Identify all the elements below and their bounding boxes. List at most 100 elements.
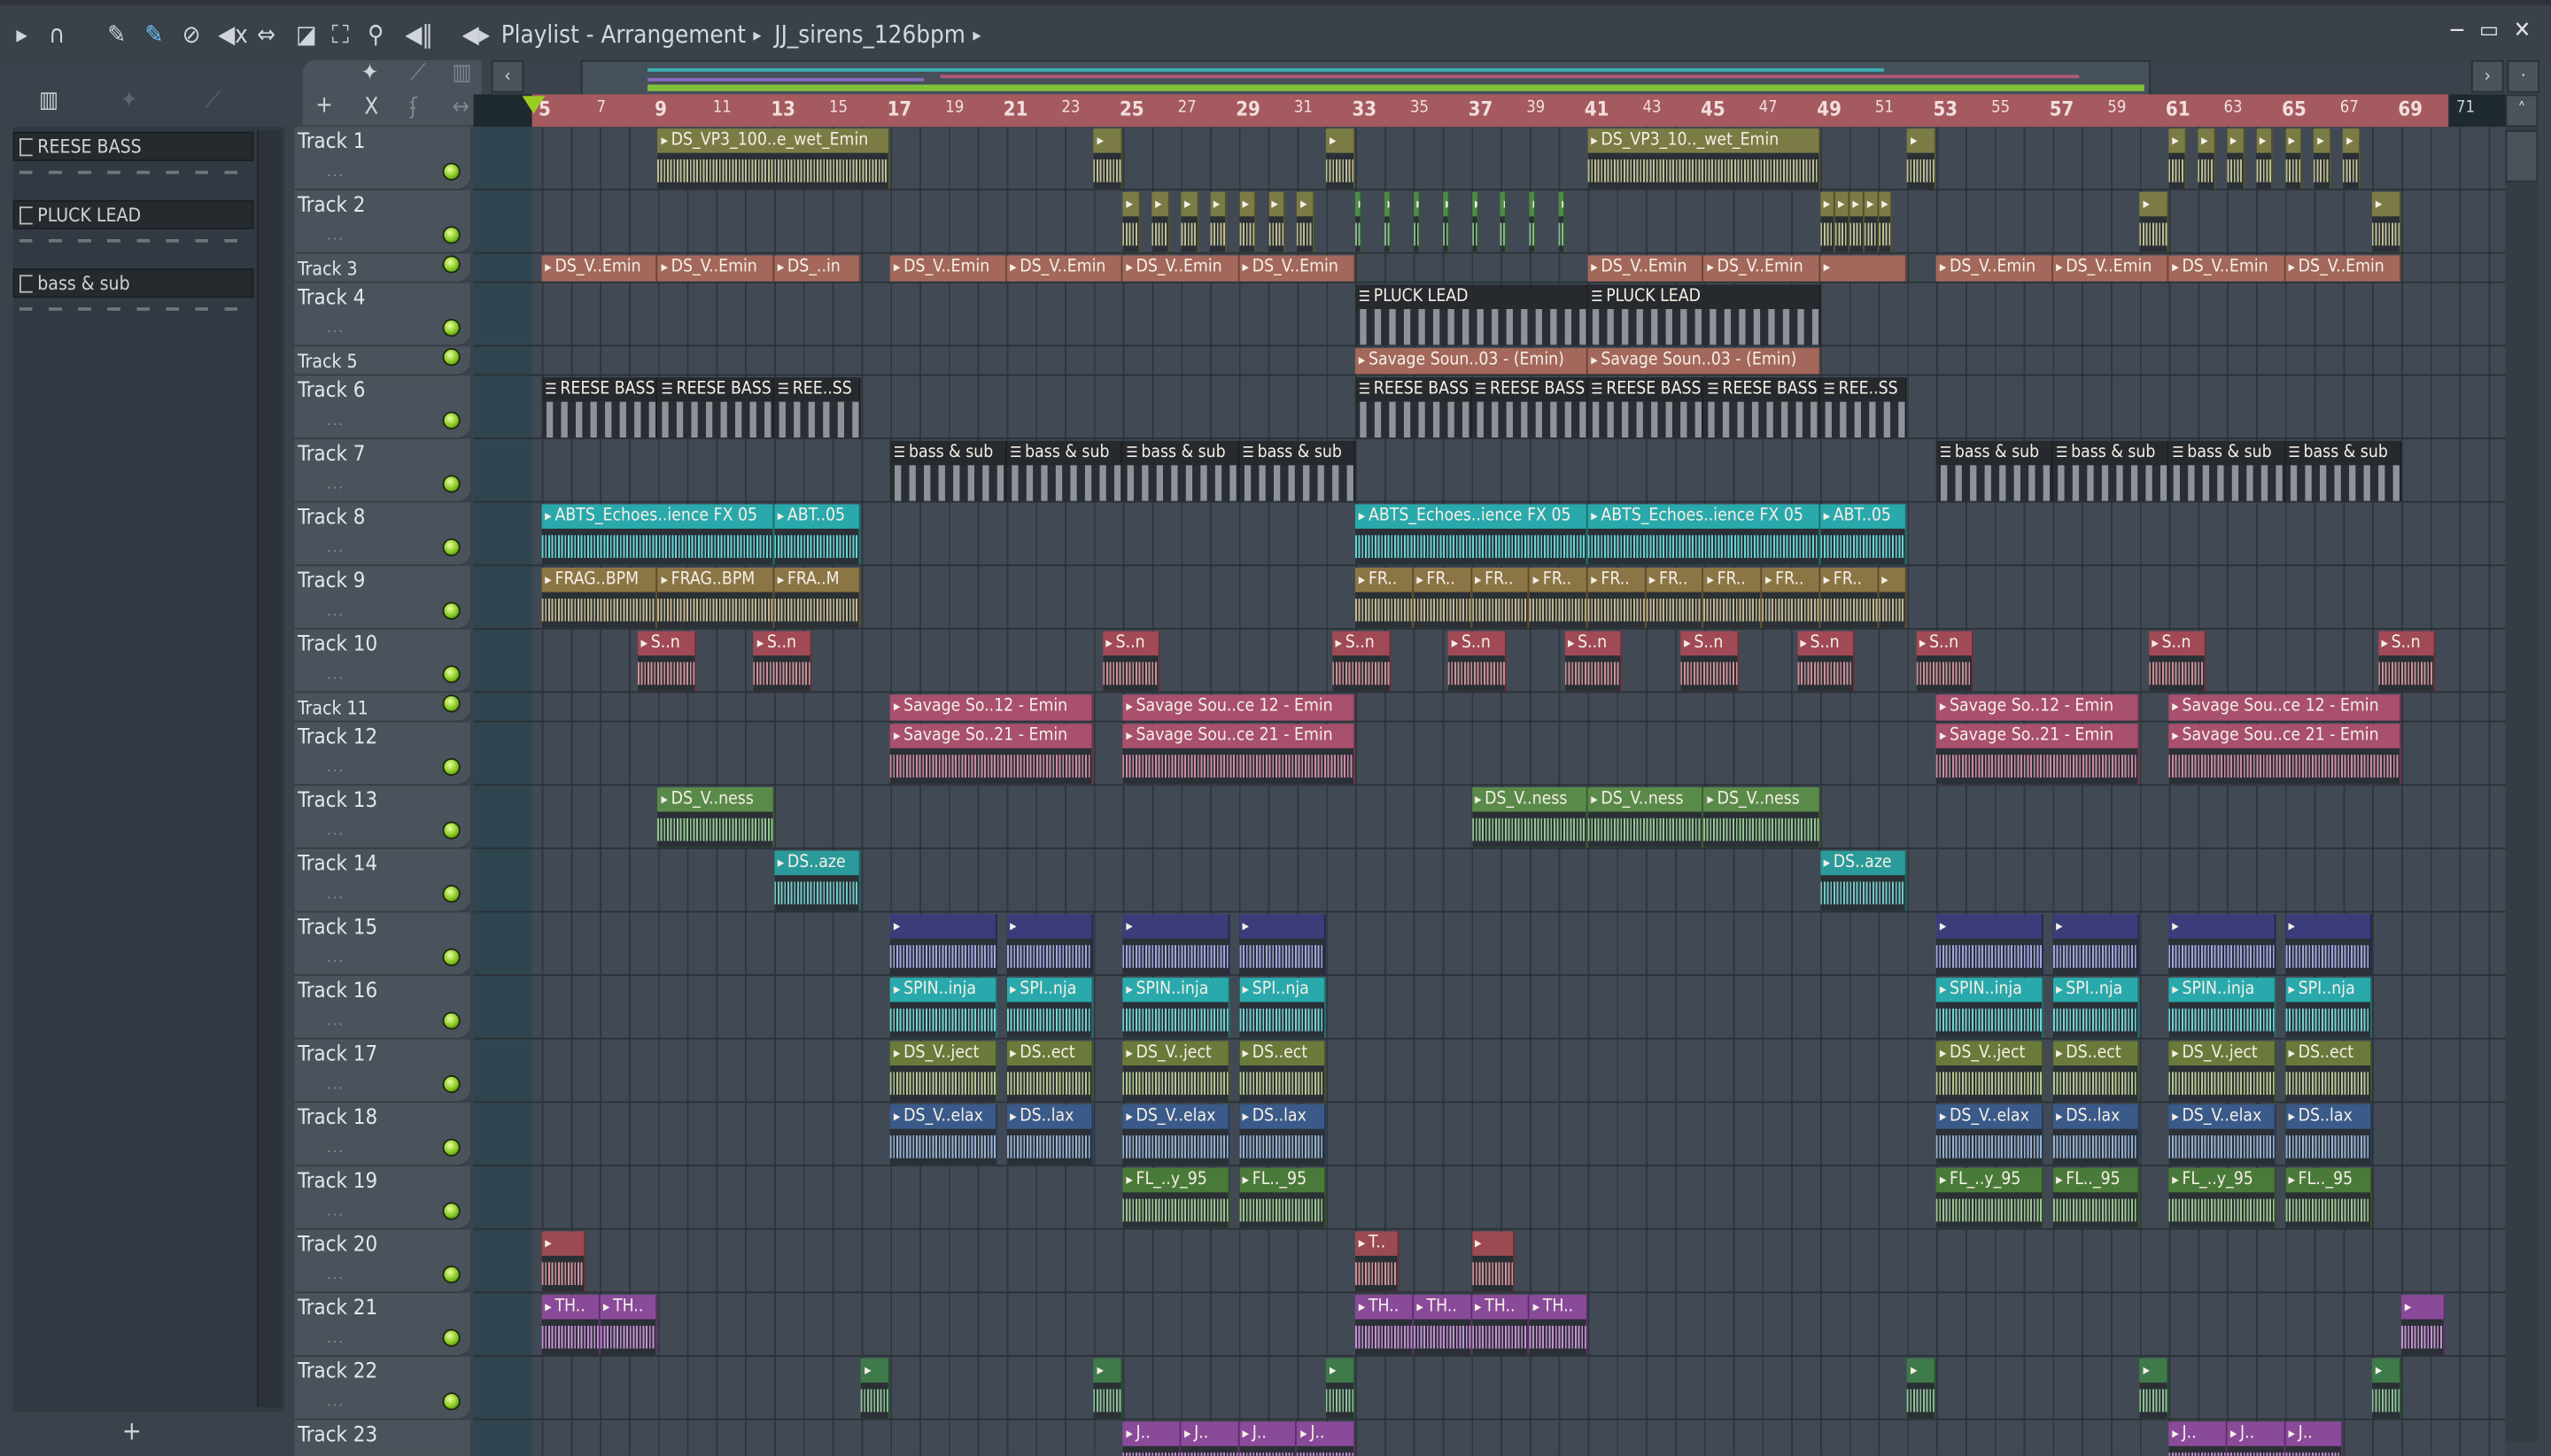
- audio-clip[interactable]: ▸: [1238, 914, 1327, 975]
- audio-clip[interactable]: ▸ SPI..nja: [2284, 977, 2373, 1038]
- track-name[interactable]: Track 12: [298, 725, 377, 750]
- options-button[interactable]: ·: [2507, 59, 2540, 93]
- audio-clip[interactable]: ▸ TH..: [1471, 1295, 1530, 1355]
- audio-clip[interactable]: ▸ DS_V..Emin: [1238, 255, 1356, 282]
- audio-clip[interactable]: ▸ FR..: [1762, 568, 1820, 628]
- audio-clip[interactable]: ▸: [2198, 128, 2216, 190]
- audio-clip[interactable]: ▸: [1122, 191, 1141, 252]
- audio-clip[interactable]: ▸ J..: [1181, 1421, 1239, 1456]
- audio-clip[interactable]: ▸: [541, 1231, 585, 1292]
- track-options-dots[interactable]: ···: [327, 1081, 345, 1097]
- audio-clip[interactable]: ▸: [1819, 191, 1835, 252]
- track-name[interactable]: Track 18: [298, 1106, 377, 1131]
- audio-clip[interactable]: ▸ DS_V..Emin: [2052, 255, 2169, 282]
- track-header[interactable]: Track 1 ···: [294, 127, 470, 190]
- audio-clip[interactable]: ▸ Savage Soun..03 - (Emin): [1587, 348, 1820, 375]
- audio-clip[interactable]: ▸ FR..: [1703, 568, 1763, 628]
- audio-clip[interactable]: ▸: [1878, 568, 1908, 628]
- audio-clip[interactable]: ▸ ABTS_Echoes..ience FX 05: [1587, 504, 1820, 565]
- track-name[interactable]: Track 1: [298, 130, 365, 155]
- track-header[interactable]: Track 21 ···: [294, 1293, 470, 1357]
- audio-clip[interactable]: ▸ DS_V..Emin: [2284, 255, 2402, 282]
- audio-clip[interactable]: ▸ FR..: [1413, 568, 1472, 628]
- audio-clip[interactable]: ▸ TH..: [600, 1295, 658, 1355]
- pattern-item[interactable]: PLUCK LEAD: [12, 199, 254, 269]
- audio-clip[interactable]: ▸ J..: [2284, 1421, 2344, 1456]
- audio-clip[interactable]: ▸ FR..: [1646, 568, 1704, 628]
- audio-clip[interactable]: ▸ DS_V..ject: [1936, 1041, 2044, 1102]
- audio-clip[interactable]: ▸ DS_V..ness: [1703, 786, 1820, 848]
- track-mute-led[interactable]: [442, 1011, 461, 1030]
- audio-clip[interactable]: ▸ DS_VP3_100..e_wet_Emin: [657, 128, 891, 190]
- track-header[interactable]: Track 13 ···: [294, 786, 470, 849]
- curve-icon[interactable]: ʄ: [410, 95, 417, 120]
- audio-clip[interactable]: ▸ J..: [2227, 1421, 2285, 1456]
- audio-clip[interactable]: ▸ Savage Sou..ce 21 - Emin: [2168, 724, 2402, 785]
- track-name[interactable]: Track 15: [298, 916, 377, 941]
- track-name[interactable]: Track 9: [298, 569, 365, 594]
- pattern-clip-icon[interactable]: ▥: [453, 60, 472, 86]
- pattern-clip[interactable]: ☰ bass & sub: [1936, 440, 2053, 501]
- track-options-dots[interactable]: ···: [327, 764, 345, 780]
- vertical-scrollbar[interactable]: ˄: [2505, 94, 2539, 1442]
- audio-clip[interactable]: ▸ TH..: [541, 1295, 601, 1355]
- track-options-dots[interactable]: ···: [327, 482, 345, 498]
- audio-clip[interactable]: ▸: [1297, 191, 1315, 252]
- x-button[interactable]: X: [364, 95, 378, 120]
- audio-clip[interactable]: ▸: [1500, 191, 1508, 252]
- audio-clip[interactable]: ▸: [2256, 128, 2274, 190]
- audio-clip[interactable]: ▸ T..: [1355, 1231, 1400, 1292]
- select-icon[interactable]: ⛶: [332, 18, 349, 50]
- audio-clip[interactable]: ▸ FL.._95: [1238, 1167, 1327, 1228]
- track-options-dots[interactable]: ···: [327, 892, 345, 908]
- audio-clip[interactable]: ▸ FL_..y_95: [2168, 1167, 2276, 1228]
- headphones-icon[interactable]: ∩: [49, 18, 65, 50]
- arrangement-overview[interactable]: [580, 59, 2152, 98]
- delete-icon[interactable]: ⊘: [182, 18, 201, 50]
- track-mute-led[interactable]: [442, 226, 461, 244]
- audio-clip[interactable]: ▸ DS_V..ness: [1587, 786, 1704, 848]
- track-header[interactable]: Track 17 ···: [294, 1039, 470, 1104]
- audio-clip[interactable]: ▸ ABTS_Echoes..ience FX 05: [541, 504, 775, 565]
- slip-icon[interactable]: ⇔: [257, 18, 275, 50]
- pattern-clip[interactable]: ☰ REESE BASS: [1355, 377, 1472, 438]
- pencil-icon[interactable]: ✎: [107, 18, 126, 50]
- audio-clip[interactable]: ▸ Savage Sou..ce 12 - Emin: [2168, 694, 2402, 721]
- track-options-dots[interactable]: ···: [327, 1336, 345, 1351]
- audio-clip[interactable]: ▸: [1864, 191, 1879, 252]
- audio-clip[interactable]: ▸ Savage Sou..ce 12 - Emin: [1122, 694, 1356, 721]
- audio-clip[interactable]: ▸ FR..: [1819, 568, 1879, 628]
- audio-clip[interactable]: ▸: [1878, 191, 1893, 252]
- audio-clip[interactable]: ▸: [1849, 191, 1865, 252]
- audio-clip[interactable]: ▸ SPIN..inja: [2168, 977, 2276, 1038]
- track-options-dots[interactable]: ···: [327, 169, 345, 185]
- pattern-clip[interactable]: ☰ REESE BASS: [1471, 377, 1588, 438]
- audio-clip[interactable]: ▸ S..n: [1564, 631, 1623, 692]
- audio-clip[interactable]: ▸: [1181, 191, 1198, 252]
- audio-clip[interactable]: ▸ FR..: [1355, 568, 1414, 628]
- audio-clip[interactable]: ▸: [2401, 1295, 2446, 1355]
- audio-clip[interactable]: ▸ J..: [2168, 1421, 2228, 1456]
- track-mute-led[interactable]: [442, 757, 461, 777]
- track-name[interactable]: Track 17: [298, 1042, 377, 1067]
- track-header[interactable]: Track 8 ···: [294, 502, 470, 567]
- track-name[interactable]: Track 4: [298, 286, 365, 311]
- pattern-name[interactable]: bass & sub: [12, 268, 254, 298]
- audio-clip[interactable]: ▸: [2139, 191, 2169, 252]
- automation-icon[interactable]: ⟋: [205, 88, 221, 113]
- paint-brush-icon[interactable]: ✎: [144, 18, 163, 50]
- track-name[interactable]: Track 7: [298, 443, 365, 468]
- track-mute-led[interactable]: [442, 475, 461, 493]
- audio-clip[interactable]: ▸ DS_V..elax: [890, 1104, 998, 1166]
- pattern-clip[interactable]: ☰ bass & sub: [1006, 440, 1123, 501]
- track-mute-led[interactable]: [442, 348, 461, 367]
- track-mute-led[interactable]: [442, 948, 461, 966]
- track-mute-led[interactable]: [442, 1138, 461, 1157]
- track-mute-led[interactable]: [442, 821, 461, 840]
- audio-clip[interactable]: ▸ FL.._95: [2284, 1167, 2373, 1228]
- audio-clip[interactable]: ▸ FRAG..BPM: [657, 568, 775, 628]
- track-mute-led[interactable]: [442, 255, 461, 274]
- audio-clip[interactable]: ▸ S..n: [1796, 631, 1856, 692]
- audio-clip[interactable]: ▸: [1006, 914, 1094, 975]
- audio-clip[interactable]: ▸ DS..ect: [2052, 1041, 2140, 1102]
